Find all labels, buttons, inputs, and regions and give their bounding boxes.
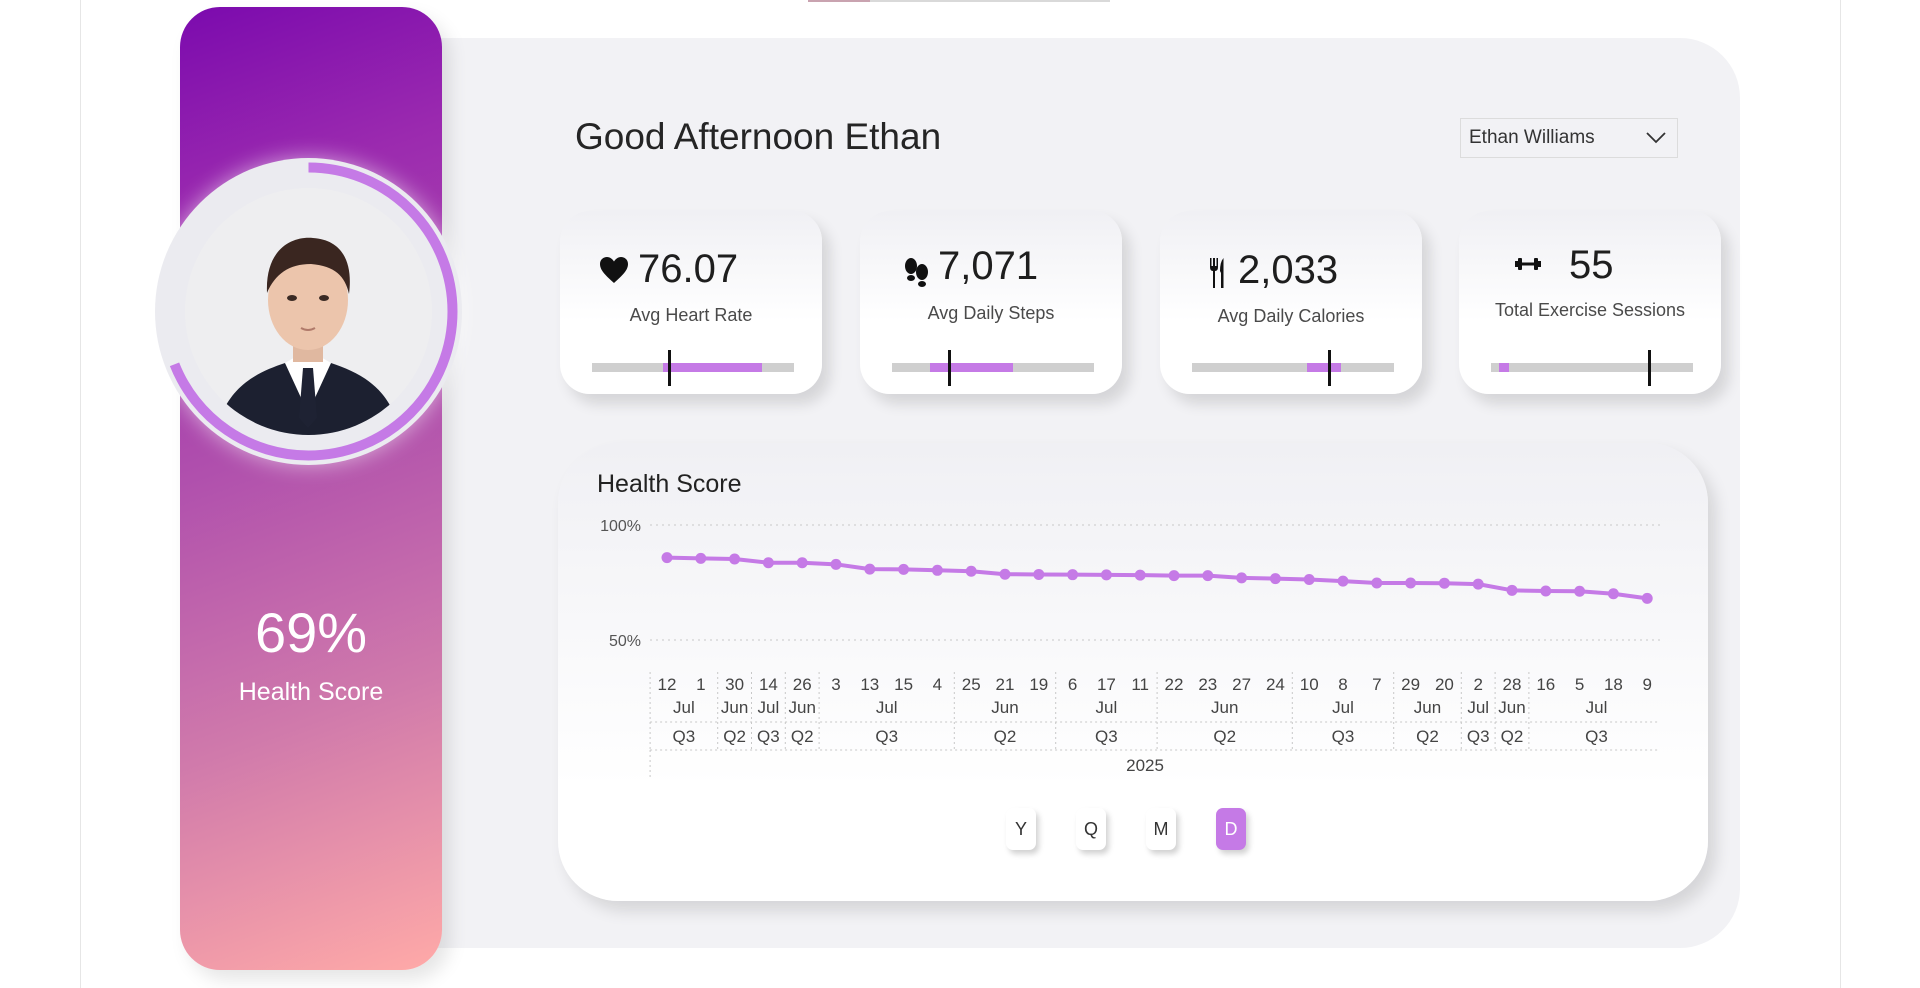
kpi-value: 7,071: [938, 244, 1039, 288]
chart-title: Health Score: [597, 470, 742, 498]
kpi-card-daily-calories: 2,033 Avg Daily Calories: [1160, 211, 1422, 394]
kpi-card-exercise-sessions: 55 Total Exercise Sessions: [1459, 211, 1721, 394]
kpi-bullet-track: [592, 350, 794, 386]
dumbbell-icon: [1515, 258, 1541, 270]
kpi-bullet-track: [1491, 350, 1693, 386]
frame-border-left: [80, 0, 81, 988]
page-indicator-active: [808, 0, 870, 2]
kpi-label: Avg Daily Steps: [927, 303, 1055, 323]
chevron-down-icon: [1646, 132, 1666, 144]
period-button-month[interactable]: M: [1146, 808, 1176, 850]
kpi-bullet-track: [892, 350, 1094, 386]
kpi-bullet-target: [1328, 350, 1332, 386]
footprints-icon: [905, 258, 928, 287]
kpi-value: 2,033: [1238, 248, 1339, 292]
kpi-label: Total Exercise Sessions: [1494, 300, 1686, 320]
kpi-bullet-target: [947, 350, 951, 386]
fork-knife-icon: [1210, 258, 1224, 288]
user-dropdown[interactable]: Ethan Williams: [1460, 118, 1678, 158]
kpi-bullet-fill: [930, 363, 1014, 372]
kpi-value: 76.07: [638, 247, 739, 291]
kpi-bullet-track: [1192, 350, 1394, 386]
heart-icon: [600, 257, 628, 283]
period-button-year[interactable]: Y: [1006, 808, 1036, 850]
avatar: [185, 188, 432, 435]
kpi-bullet-fill: [662, 363, 762, 372]
greeting-title: Good Afternoon Ethan: [575, 116, 942, 157]
kpi-bullet-fill: [1307, 363, 1342, 372]
kpi-card-daily-steps: 7,071 Avg Daily Steps: [860, 211, 1122, 394]
kpi-bullet-target: [1647, 350, 1651, 386]
health-score-chart-card: [558, 443, 1708, 901]
frame-border-right: [1840, 0, 1841, 988]
profile-sidebar: [180, 7, 442, 970]
kpi-value: 55: [1569, 243, 1614, 287]
period-button-day[interactable]: D: [1216, 808, 1246, 850]
kpi-label: Avg Daily Calories: [1217, 306, 1365, 326]
kpi-card-heart-rate: 76.07 Avg Heart Rate: [560, 211, 822, 394]
health-score-value: 69%: [254, 601, 368, 664]
kpi-bullet-fill: [1499, 363, 1510, 372]
kpi-label: Avg Heart Rate: [629, 305, 753, 325]
user-dropdown-value: Ethan Williams: [1469, 127, 1595, 148]
health-score-label: Health Score: [238, 678, 384, 706]
health-score-ring: [155, 158, 462, 465]
profile-photo: [185, 188, 432, 435]
period-button-quarter[interactable]: Q: [1076, 808, 1106, 850]
kpi-bullet-target: [667, 350, 671, 386]
